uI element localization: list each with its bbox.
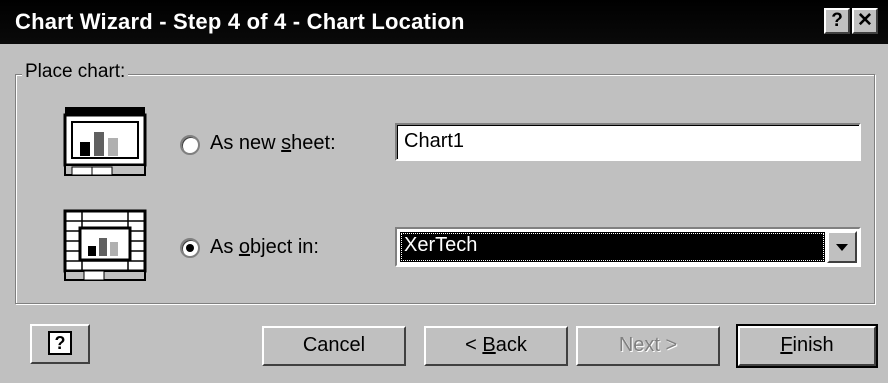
object-in-label-access-key: o bbox=[238, 236, 251, 258]
cancel-button[interactable]: Cancel bbox=[262, 326, 406, 366]
help-caption-button[interactable]: ? bbox=[824, 8, 850, 34]
object-in-label-prefix: As bbox=[210, 236, 239, 258]
finish-button[interactable]: Finish bbox=[736, 324, 878, 368]
chart-sheet-icon bbox=[63, 107, 147, 176]
new-sheet-name-value[interactable]: Chart1 bbox=[397, 125, 859, 159]
radio-selected-dot bbox=[186, 244, 194, 252]
embedded-chart-icon bbox=[63, 209, 147, 281]
help-question-icon: ? bbox=[48, 331, 72, 355]
finish-label-access-key: F bbox=[780, 334, 793, 356]
new-sheet-radio[interactable] bbox=[180, 135, 200, 155]
object-in-dropdown[interactable]: XerTech bbox=[395, 227, 861, 267]
object-in-label[interactable]: As object in: bbox=[210, 236, 319, 259]
back-label-suffix: ack bbox=[495, 334, 527, 356]
title-bar[interactable]: Chart Wizard - Step 4 of 4 - Chart Locat… bbox=[0, 0, 888, 44]
object-in-radio[interactable] bbox=[180, 238, 200, 258]
dropdown-arrow-icon[interactable] bbox=[827, 231, 857, 263]
close-button[interactable]: ✕ bbox=[852, 8, 878, 34]
finish-label-suffix: inish bbox=[792, 334, 834, 356]
new-sheet-label-access-key: s bbox=[281, 132, 292, 154]
new-sheet-label-suffix: heet: bbox=[291, 132, 336, 154]
next-button[interactable]: Next > bbox=[576, 326, 720, 366]
back-label-access-key: B bbox=[482, 334, 496, 356]
office-assistant-button[interactable]: ? bbox=[30, 324, 90, 364]
back-button[interactable]: < Back bbox=[424, 326, 568, 366]
object-in-label-suffix: bject in: bbox=[250, 236, 319, 258]
chart-wizard-dialog: Chart Wizard - Step 4 of 4 - Chart Locat… bbox=[0, 0, 888, 383]
new-sheet-name-field[interactable]: Chart1 bbox=[395, 123, 861, 161]
window-title: Chart Wizard - Step 4 of 4 - Chart Locat… bbox=[15, 9, 465, 34]
object-in-selected-value[interactable]: XerTech bbox=[400, 232, 825, 262]
place-chart-label: Place chart: bbox=[22, 61, 129, 83]
new-sheet-label[interactable]: As new sheet: bbox=[210, 132, 336, 155]
new-sheet-label-prefix: As new bbox=[210, 132, 282, 154]
back-label-prefix: < bbox=[465, 334, 483, 356]
